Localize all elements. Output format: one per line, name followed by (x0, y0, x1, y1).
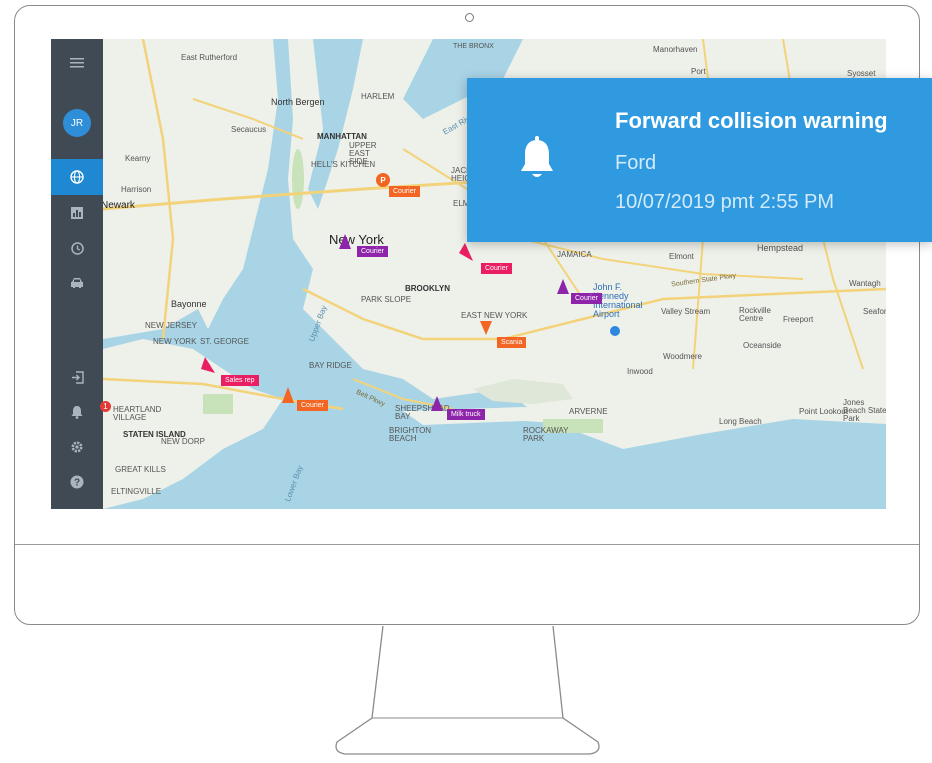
map-label: BAY RIDGE (309, 361, 352, 370)
map-label: ELTINGVILLE (111, 487, 162, 496)
map-label: HELL'S KITCHEN (311, 160, 376, 169)
map-label: Secaucus (231, 125, 267, 134)
notification-vehicle: Ford (615, 152, 657, 174)
map-label: Port (691, 67, 706, 76)
map-label: Point Lookout (799, 407, 848, 416)
collision-warning-notification[interactable]: Forward collision warning Ford 10/07/201… (467, 78, 932, 242)
map-label: Hempstead (757, 243, 804, 253)
map-label: EAST NEW YORK (461, 311, 528, 320)
vehicle-tag-sales-rep[interactable]: Sales rep (221, 375, 259, 386)
map-label: JAMAICA (557, 250, 592, 259)
map-label: Long Beach (719, 417, 762, 426)
map-label: NEW YORK (153, 337, 197, 346)
notification-timestamp: 10/07/2019 pmt 2:55 PM (615, 191, 835, 213)
sidebar-item-settings[interactable] (51, 429, 103, 465)
map-label: Valley Stream (661, 307, 711, 316)
clock-icon (70, 241, 84, 255)
map-label: ARVERNE (569, 407, 608, 416)
map-label: Inwood (627, 367, 653, 376)
vehicle-tag-courier[interactable]: Courier (481, 263, 512, 274)
vehicle-tag-milk-truck[interactable]: Milk truck (447, 409, 485, 420)
sidebar-item-help[interactable]: ? (51, 464, 103, 500)
sidebar-item-vehicles[interactable] (51, 265, 103, 301)
map-label: Harrison (121, 185, 152, 194)
map-label: New York (329, 232, 384, 247)
map-label: North Bergen (271, 97, 325, 107)
map-label: BRIGHTON BEACH (389, 426, 432, 443)
map-label: GREAT KILLS (115, 465, 166, 474)
bell-icon (521, 136, 553, 177)
bell-icon (71, 406, 83, 419)
vehicle-tag-courier[interactable]: Courier (357, 246, 388, 257)
map-label: NEW DORP (161, 437, 205, 446)
map-label: Oceanside (743, 341, 782, 350)
map-label: Elmont (669, 252, 694, 261)
vehicle-tag-scania[interactable]: Scania (497, 337, 527, 348)
map-label: Rockville Centre (739, 306, 772, 323)
map-label: East Rutherford (181, 53, 238, 62)
logout-icon (71, 370, 84, 384)
sidebar-item-logout[interactable] (51, 359, 103, 395)
map-label: HEARTLAND VILLAGE (113, 405, 162, 422)
map-label: Kearny (125, 154, 151, 163)
map-label: PARK SLOPE (361, 295, 412, 304)
map-label: HARLEM (361, 92, 395, 101)
sidebar-item-history[interactable] (51, 230, 103, 266)
vehicle-tag-courier[interactable]: Courier (297, 400, 328, 411)
gear-icon (71, 441, 83, 453)
map-label: John F. Kennedy International Airport (593, 282, 643, 319)
map-label: Freeport (783, 315, 814, 324)
map-label: MANHATTAN (317, 132, 367, 141)
map-label: BROOKLYN (405, 284, 451, 293)
map-label: Jones Beach State Park (843, 398, 886, 423)
map-label: ROCKAWAY PARK (523, 426, 569, 443)
notification-count-badge: 1 (100, 401, 111, 412)
map-label: ST. GEORGE (200, 337, 249, 346)
map-label: NEW JERSEY (145, 321, 198, 330)
notification-title: Forward collision warning (615, 108, 888, 133)
map-label: SHEEPSHEAD BAY (395, 404, 450, 421)
globe-icon (70, 170, 84, 184)
map-label: Wantagh (849, 279, 881, 288)
vehicle-tag-courier[interactable]: Courier (571, 293, 602, 304)
car-icon (71, 278, 83, 288)
help-icon: ? (70, 475, 84, 489)
svg-text:?: ? (74, 478, 80, 489)
sidebar-item-map[interactable] (51, 159, 103, 195)
vehicle-tag-courier[interactable]: Courier (389, 186, 420, 197)
map-label: Newark (101, 200, 135, 211)
bar-chart-icon (71, 207, 83, 219)
map-label: Manorhaven (653, 45, 698, 54)
sidebar-item-notifications[interactable]: 1 (51, 394, 111, 430)
parking-marker[interactable]: P (376, 173, 390, 187)
menu-button[interactable] (51, 45, 103, 81)
sidebar: JR 1 ? (51, 39, 111, 509)
menu-icon (70, 58, 84, 68)
map-label: Syosset (847, 69, 876, 78)
avatar[interactable]: JR (63, 109, 91, 137)
map-label: Woodmere (663, 352, 702, 361)
map-label: THE BRONX (453, 43, 494, 50)
map-label: Bayonne (171, 299, 207, 309)
sidebar-item-reports[interactable] (51, 195, 103, 231)
map-label: Seaford (863, 307, 886, 316)
